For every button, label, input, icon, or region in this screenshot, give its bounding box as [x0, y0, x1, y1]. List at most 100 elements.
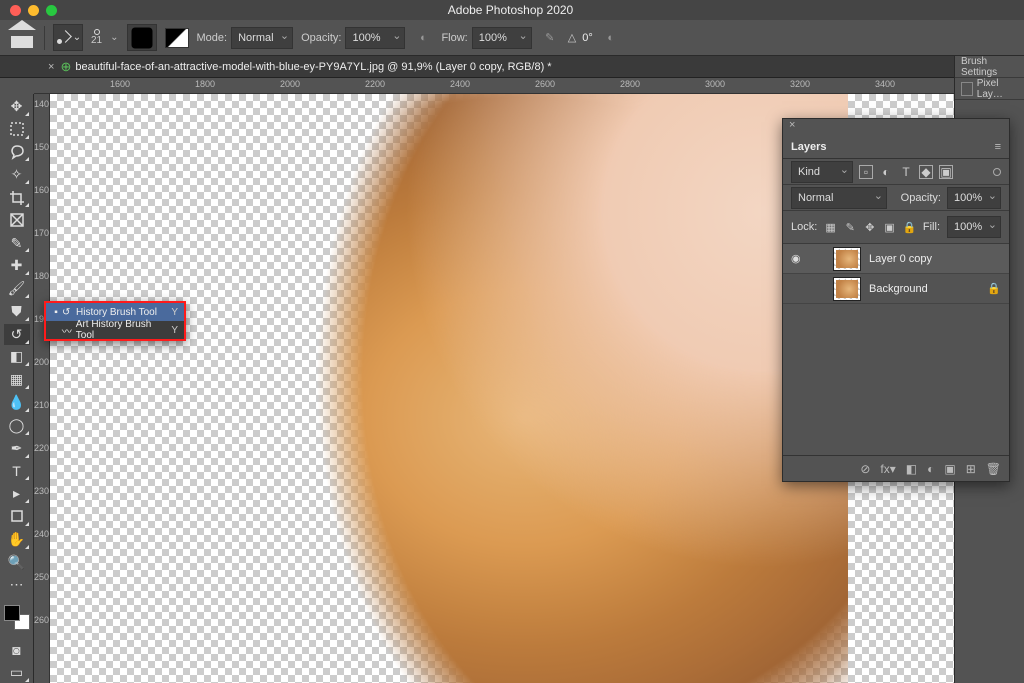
new-layer-button[interactable]: ⊞	[966, 462, 976, 476]
app-title: Adobe Photoshop 2020	[57, 3, 964, 17]
layer-name[interactable]: Layer 0 copy	[869, 253, 1001, 265]
rectangle-tool[interactable]	[4, 506, 30, 527]
close-window-button[interactable]	[10, 5, 21, 16]
vertical-ruler[interactable]: 1400 1500 1600 1700 1800 1900 2000 2100 …	[34, 94, 50, 683]
quick-mask-button[interactable]: ◙	[4, 640, 30, 661]
blend-opacity-row: Normal Opacity: 100%	[783, 185, 1009, 211]
filter-smart-icon[interactable]: ▣	[939, 165, 953, 179]
layer-mask-button[interactable]: ◧	[906, 462, 917, 476]
layer-list: ◉ Layer 0 copy Background 🔒	[783, 244, 1009, 455]
lock-nested-icon[interactable]: ▣	[883, 221, 896, 234]
opacity-pressure-icon[interactable]: ◐	[413, 29, 433, 47]
path-selection-tool[interactable]: ▸	[4, 483, 30, 504]
lock-icon: 🔒	[987, 282, 1001, 295]
layer-name[interactable]: Background	[869, 283, 979, 295]
blend-mode-select[interactable]: Normal	[231, 27, 293, 49]
home-button[interactable]	[8, 28, 36, 48]
type-tool[interactable]: T	[4, 461, 30, 482]
zoom-tool[interactable]: 🔍	[4, 552, 30, 573]
screen-mode-button[interactable]: ▭	[4, 662, 30, 683]
pixel-layer-panel-tab[interactable]: Pixel Lay…	[955, 78, 1024, 100]
filter-type-icon[interactable]: T	[899, 165, 913, 179]
delete-layer-button[interactable]: 🗑	[986, 462, 1001, 476]
eyedropper-tool[interactable]: ✎	[4, 233, 30, 254]
lock-position-icon[interactable]: ✥	[864, 221, 877, 234]
visibility-toggle[interactable]: ◉	[791, 252, 805, 265]
maximize-window-button[interactable]	[46, 5, 57, 16]
flyout-item-shortcut: Y	[171, 325, 178, 336]
layer-opacity-label: Opacity:	[901, 192, 941, 204]
filter-adjustment-icon[interactable]: ◐	[879, 165, 893, 179]
layer-row[interactable]: ◉ Layer 0 copy	[783, 244, 1009, 274]
layer-fill-select[interactable]: 100%	[947, 216, 1001, 238]
mode-label: Mode:	[197, 32, 228, 44]
magic-wand-tool[interactable]: ✧	[4, 164, 30, 185]
crop-tool[interactable]	[4, 187, 30, 208]
fill-label: Fill:	[923, 221, 940, 233]
filter-pixel-icon[interactable]: ▫	[859, 165, 873, 179]
minimize-window-button[interactable]	[28, 5, 39, 16]
layer-fx-button[interactable]: fx▾	[880, 462, 895, 476]
move-tool[interactable]: ✥	[4, 96, 30, 117]
flyout-item-label: History Brush Tool	[76, 307, 157, 318]
flyout-item-art-history-brush[interactable]: 〰 Art History Brush Tool Y	[46, 321, 184, 339]
horizontal-ruler[interactable]: 1600 1800 2000 2200 2400 2600 2800 3000 …	[34, 78, 954, 94]
tools-panel: ✥ ✧ ✎ ✚ 🖌 ⛊ ↺ ◧ ▦ 💧 ◯ ✒ T ▸ ✋ 🔍 ⋯ ◙ ▭	[0, 94, 34, 683]
filter-toggle[interactable]	[993, 168, 1001, 176]
brush-size-preview[interactable]: 21	[91, 29, 102, 46]
layers-tab[interactable]: Layers	[791, 141, 826, 153]
blur-tool[interactable]: 💧	[4, 392, 30, 413]
layer-opacity-select[interactable]: 100%	[947, 187, 1001, 209]
filter-shape-icon[interactable]: ◆	[919, 165, 933, 179]
brush-settings-button[interactable]	[127, 24, 157, 51]
opacity-select[interactable]: 100%	[345, 27, 405, 49]
clone-stamp-tool[interactable]: ⛊	[4, 301, 30, 322]
layer-blend-select[interactable]: Normal	[791, 187, 887, 209]
layers-panel: × Layers ≡ Kind ▫ ◐ T ◆ ▣ Normal Opacity…	[782, 118, 1010, 482]
options-bar: ⌄ 21 ⌄ Mode: Normal Opacity: 100% ◐ Flow…	[0, 20, 1024, 56]
pen-tool[interactable]: ✒	[4, 438, 30, 459]
layer-filter-row: Kind ▫ ◐ T ◆ ▣	[783, 159, 1009, 185]
edit-toolbar-button[interactable]: ⋯	[4, 574, 30, 595]
panel-menu-button[interactable]: ≡	[995, 141, 1001, 153]
lock-pixels-icon[interactable]: ✎	[844, 221, 857, 234]
history-brush-icon: ↺	[62, 307, 76, 318]
layer-thumbnail[interactable]	[833, 277, 861, 301]
filter-kind-select[interactable]: Kind	[791, 161, 853, 183]
flyout-item-label: Art History Brush Tool	[76, 319, 172, 341]
airbrush-icon[interactable]: ✎	[540, 29, 560, 47]
flow-select[interactable]: 100%	[472, 27, 532, 49]
brush-tool[interactable]: 🖌	[4, 278, 30, 299]
flyout-item-shortcut: Y	[171, 307, 178, 318]
lock-transparency-icon[interactable]: ▦	[824, 221, 837, 234]
healing-brush-tool[interactable]: ✚	[4, 255, 30, 276]
size-pressure-icon[interactable]: ◐	[601, 29, 621, 47]
link-layers-button[interactable]: ⊘	[860, 462, 870, 476]
angle-value[interactable]: 0°	[582, 32, 593, 44]
brush-preset-picker[interactable]: ⌄	[110, 32, 118, 43]
close-tab-icon[interactable]: ×	[48, 61, 54, 73]
lock-all-icon[interactable]: 🔒	[903, 221, 916, 234]
gradient-tool[interactable]: ▦	[4, 369, 30, 390]
lasso-tool[interactable]	[4, 142, 30, 163]
color-swatches[interactable]	[2, 603, 32, 631]
marquee-tool[interactable]	[4, 119, 30, 140]
history-brush-tool[interactable]: ↺	[4, 324, 30, 345]
layer-thumbnail[interactable]	[833, 247, 861, 271]
eraser-tool[interactable]: ◧	[4, 347, 30, 368]
adjustment-layer-button[interactable]: ◐	[927, 462, 934, 476]
opacity-label: Opacity:	[301, 32, 341, 44]
brush-swatch[interactable]	[165, 28, 189, 48]
panel-close-button[interactable]: ×	[783, 119, 1009, 135]
window-titlebar: Adobe Photoshop 2020	[0, 0, 1024, 20]
layer-row[interactable]: Background 🔒	[783, 274, 1009, 304]
lock-fill-row: Lock: ▦ ✎ ✥ ▣ 🔒 Fill: 100%	[783, 211, 1009, 244]
cloud-doc-icon: ⊕	[60, 59, 71, 75]
frame-tool[interactable]	[4, 210, 30, 231]
hand-tool[interactable]: ✋	[4, 529, 30, 550]
new-group-button[interactable]: ▣	[944, 462, 955, 476]
tool-preset-picker[interactable]: ⌄	[53, 24, 83, 51]
document-tab[interactable]: × ⊕ beautiful-face-of-an-attractive-mode…	[0, 56, 1024, 78]
dodge-tool[interactable]: ◯	[4, 415, 30, 436]
brush-settings-panel-tab[interactable]: Brush Settings	[955, 56, 1024, 78]
